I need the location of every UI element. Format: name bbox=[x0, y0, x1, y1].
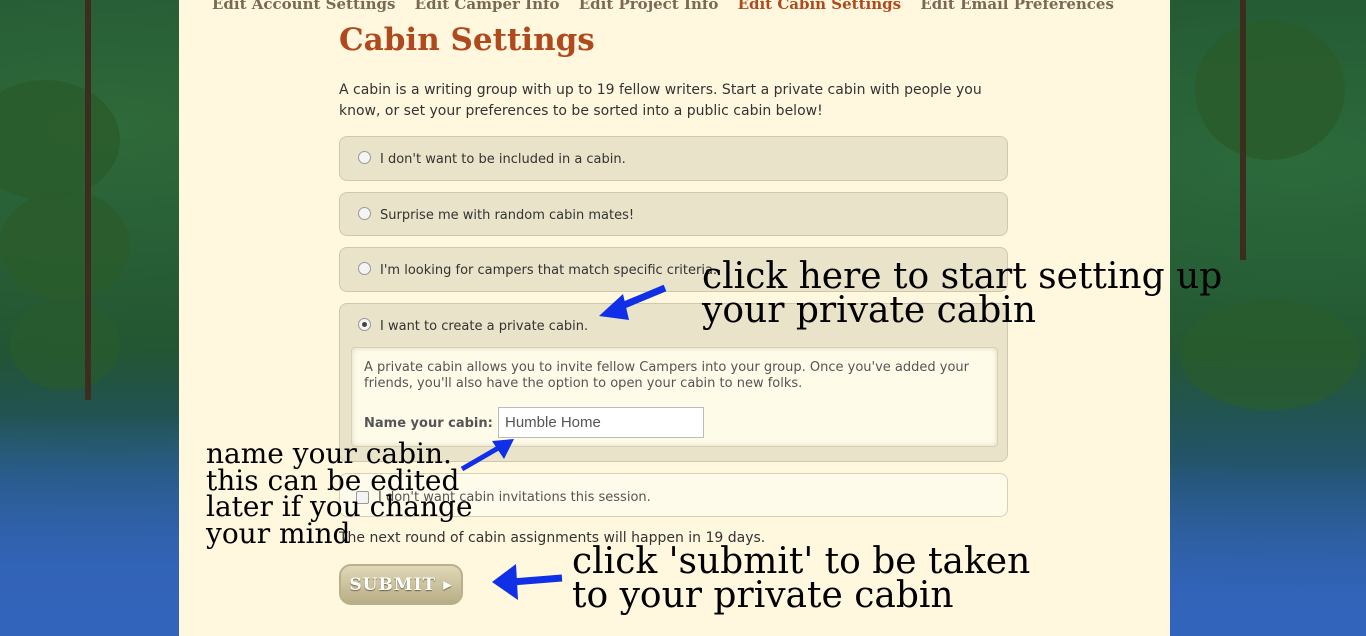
arrow-to-name-input bbox=[460, 439, 514, 472]
tab-cabin-settings[interactable]: Edit Cabin Settings bbox=[738, 0, 902, 13]
option-no-cabin[interactable]: I don't want to be included in a cabin. bbox=[339, 136, 1008, 181]
tab-camper-info[interactable]: Edit Camper Info bbox=[415, 0, 560, 13]
arrow-to-private-cabin bbox=[599, 284, 667, 320]
submit-button[interactable]: SUBMIT ▸ bbox=[339, 564, 463, 605]
private-cabin-annotation: click here to start setting up your priv… bbox=[702, 256, 1223, 332]
option-label: I don't want to be included in a cabin. bbox=[380, 152, 626, 167]
option-label: I'm looking for campers that match speci… bbox=[380, 263, 718, 278]
cabin-name-label: Name your cabin: bbox=[364, 416, 493, 431]
option-label: Surprise me with random cabin mates! bbox=[380, 208, 635, 223]
name-annotation: name your cabin. this can be edited late… bbox=[206, 437, 473, 550]
option-random-mates[interactable]: Surprise me with random cabin mates! bbox=[339, 192, 1008, 236]
private-cabin-details: A private cabin allows you to invite fel… bbox=[351, 347, 998, 447]
tab-project-info[interactable]: Edit Project Info bbox=[579, 0, 719, 13]
page-title: Cabin Settings bbox=[339, 22, 595, 58]
radio-private-cabin[interactable] bbox=[358, 318, 371, 331]
tab-email-preferences[interactable]: Edit Email Preferences bbox=[920, 0, 1114, 13]
radio-random-mates[interactable] bbox=[358, 207, 371, 220]
tab-account-settings[interactable]: Edit Account Settings bbox=[212, 0, 395, 13]
cabin-name-input[interactable] bbox=[498, 407, 704, 438]
settings-tabs: Edit Account Settings Edit Camper Info E… bbox=[212, 0, 1128, 13]
submit-annotation: click 'submit' to be taken to your priva… bbox=[572, 541, 1031, 617]
radio-specific-criteria[interactable] bbox=[358, 262, 371, 275]
option-label: I want to create a private cabin. bbox=[380, 319, 589, 334]
page-intro: A cabin is a writing group with up to 19… bbox=[339, 82, 982, 119]
private-cabin-description: A private cabin allows you to invite fel… bbox=[364, 360, 969, 391]
arrow-to-submit bbox=[492, 564, 563, 600]
radio-no-cabin[interactable] bbox=[358, 151, 371, 164]
